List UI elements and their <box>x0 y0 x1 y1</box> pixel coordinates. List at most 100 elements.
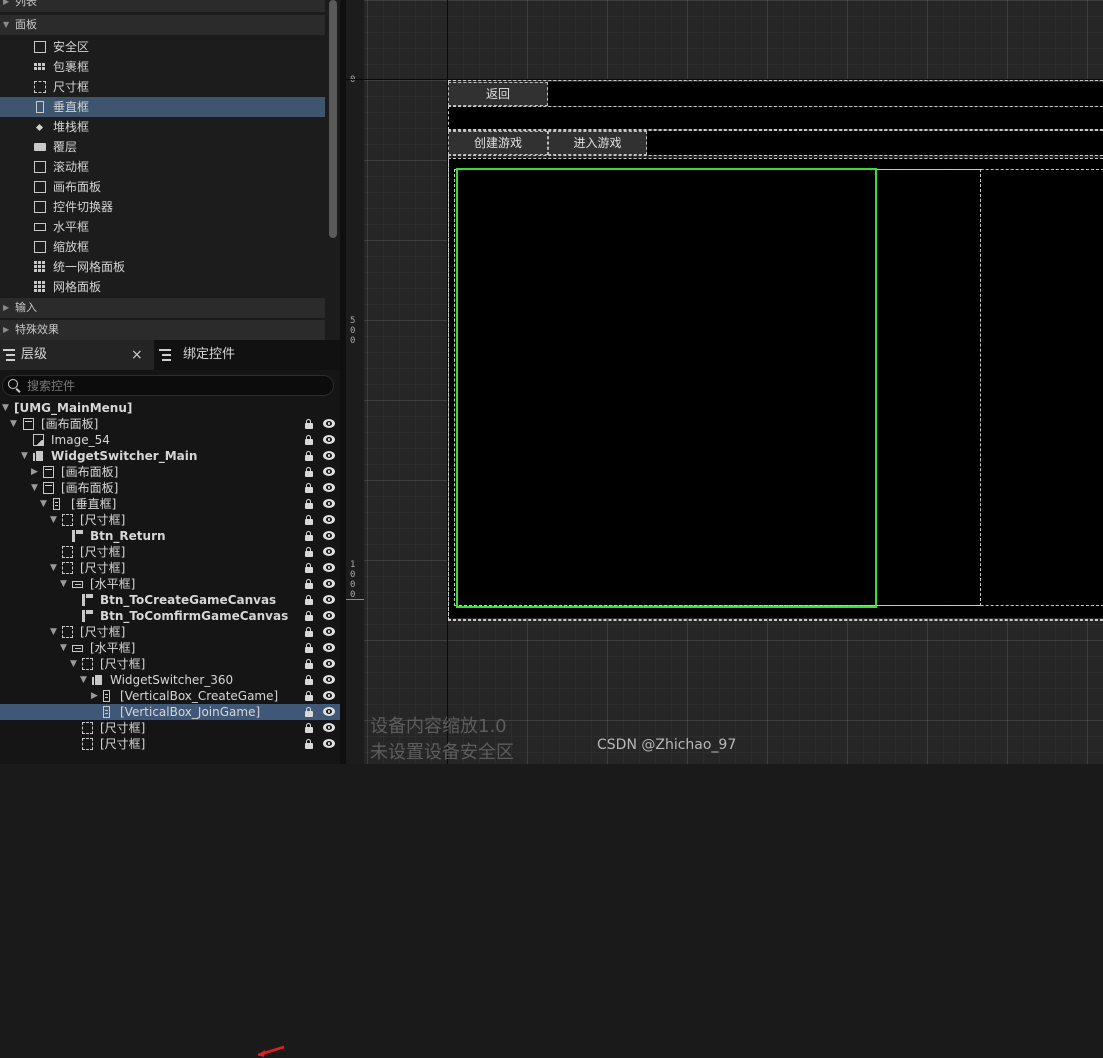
spacer-size-box-outline[interactable] <box>448 106 1103 130</box>
eye-icon[interactable] <box>323 659 335 668</box>
expanded-arrow-icon[interactable]: ▼ <box>21 448 28 464</box>
lock-icon[interactable] <box>305 419 313 429</box>
eye-icon[interactable] <box>323 467 335 476</box>
expanded-arrow-icon[interactable]: ▼ <box>31 480 38 496</box>
lock-icon[interactable] <box>305 467 313 477</box>
tree-node[interactable]: ▼ [垂直框] <box>0 496 340 512</box>
palette-item-uniform-grid[interactable]: 统一网格面板 <box>0 257 325 277</box>
eye-icon[interactable] <box>323 483 335 492</box>
tree-node[interactable]: Image_54 <box>0 432 340 448</box>
tree-node[interactable]: ▼ [画布面板] <box>0 480 340 496</box>
tree-node[interactable]: [尺寸框] <box>0 544 340 560</box>
tab-bind-widgets[interactable]: 绑定控件 <box>156 340 340 370</box>
eye-icon[interactable] <box>323 739 335 748</box>
palette-category-list[interactable]: ▶ 列表 <box>0 0 325 12</box>
collapsed-arrow-icon[interactable]: ▶ <box>31 464 38 480</box>
lock-icon[interactable] <box>305 547 313 557</box>
palette-item-scroll-box[interactable]: 滚动框 <box>0 157 325 177</box>
tree-node[interactable]: Btn_ToCreateGameCanvas <box>0 592 340 608</box>
widget-search-box[interactable] <box>2 375 334 396</box>
palette-item-canvas-panel[interactable]: 画布面板 <box>0 177 325 197</box>
collapsed-arrow-icon[interactable]: ▶ <box>91 688 98 704</box>
palette-item-stack-box[interactable]: 堆栈框 <box>0 117 325 137</box>
eye-icon[interactable] <box>323 579 335 588</box>
lock-icon[interactable] <box>305 499 313 509</box>
join-game-button[interactable]: 进入游戏 <box>548 131 647 155</box>
eye-icon[interactable] <box>323 451 335 460</box>
tree-node[interactable]: ▼ [水平框] <box>0 576 340 592</box>
selected-widget-highlight[interactable] <box>456 168 877 608</box>
widget-search-input[interactable] <box>27 377 317 394</box>
tree-node[interactable]: [VerticalBox_JoinGame] <box>0 704 340 720</box>
tree-node[interactable]: ▶ [画布面板] <box>0 464 340 480</box>
expanded-arrow-icon[interactable]: ▼ <box>70 656 77 672</box>
expanded-arrow-icon[interactable]: ▼ <box>60 640 67 656</box>
lock-icon[interactable] <box>305 483 313 493</box>
tree-node[interactable]: [尺寸框] <box>0 720 340 736</box>
expanded-arrow-icon[interactable]: ▼ <box>60 576 67 592</box>
eye-icon[interactable] <box>323 643 335 652</box>
expanded-arrow-icon[interactable]: ▼ <box>50 512 57 528</box>
palette-item-safe-zone[interactable]: 安全区 <box>0 37 325 57</box>
lock-icon[interactable] <box>305 611 313 621</box>
lock-icon[interactable] <box>305 579 313 589</box>
tree-node[interactable]: ▼ [尺寸框] <box>0 512 340 528</box>
palette-item-wrap-box[interactable]: 包裹框 <box>0 57 325 77</box>
lock-icon[interactable] <box>305 691 313 701</box>
palette-item-scale-box[interactable]: 缩放框 <box>0 237 325 257</box>
expanded-arrow-icon[interactable]: ▼ <box>10 416 17 432</box>
eye-icon[interactable] <box>323 691 335 700</box>
eye-icon[interactable] <box>323 675 335 684</box>
lock-icon[interactable] <box>305 563 313 573</box>
tree-node[interactable]: ▼ [水平框] <box>0 640 340 656</box>
tree-node[interactable]: Btn_ToComfirmGameCanvas <box>0 608 340 624</box>
tree-node[interactable]: ▼ WidgetSwitcher_360 <box>0 672 340 688</box>
create-game-button[interactable]: 创建游戏 <box>448 131 548 155</box>
tree-node[interactable]: ▶ [VerticalBox_CreateGame] <box>0 688 340 704</box>
tree-node[interactable]: ▼ WidgetSwitcher_Main <box>0 448 340 464</box>
lock-icon[interactable] <box>305 515 313 525</box>
expanded-arrow-icon[interactable]: ▼ <box>80 672 87 688</box>
close-icon[interactable]: × <box>131 340 143 370</box>
eye-icon[interactable] <box>323 419 335 428</box>
eye-icon[interactable] <box>323 435 335 444</box>
eye-icon[interactable] <box>323 723 335 732</box>
expanded-arrow-icon[interactable]: ▼ <box>2 400 9 416</box>
tree-node[interactable]: ▼ [尺寸框] <box>0 656 340 672</box>
lock-icon[interactable] <box>305 643 313 653</box>
eye-icon[interactable] <box>323 515 335 524</box>
eye-icon[interactable] <box>323 499 335 508</box>
eye-icon[interactable] <box>323 707 335 716</box>
eye-icon[interactable] <box>323 531 335 540</box>
palette-item-overlay[interactable]: 覆层 <box>0 137 325 157</box>
expanded-arrow-icon[interactable]: ▼ <box>50 560 57 576</box>
eye-icon[interactable] <box>323 611 335 620</box>
tab-hierarchy[interactable]: 层级 × <box>0 340 154 370</box>
expanded-arrow-icon[interactable]: ▼ <box>50 624 57 640</box>
palette-item-vertical-box[interactable]: 垂直框 <box>0 97 325 117</box>
tree-node[interactable]: ▼ [尺寸框] <box>0 624 340 640</box>
palette-category-special-effects[interactable]: ▶ 特殊效果 <box>0 320 325 340</box>
tree-node[interactable]: ▼ [UMG_MainMenu] <box>0 400 340 416</box>
eye-icon[interactable] <box>323 595 335 604</box>
palette-category-panel[interactable]: ▼ 面板 <box>0 15 325 35</box>
tree-node[interactable]: ▼ [尺寸框] <box>0 560 340 576</box>
palette-item-size-box[interactable]: 尺寸框 <box>0 77 325 97</box>
eye-icon[interactable] <box>323 563 335 572</box>
return-button[interactable]: 返回 <box>448 82 548 106</box>
lock-icon[interactable] <box>305 707 313 717</box>
lock-icon[interactable] <box>305 627 313 637</box>
lock-icon[interactable] <box>305 595 313 605</box>
lock-icon[interactable] <box>305 435 313 445</box>
lock-icon[interactable] <box>305 451 313 461</box>
lock-icon[interactable] <box>305 739 313 749</box>
palette-item-grid-panel[interactable]: 网格面板 <box>0 277 325 297</box>
palette-scrollbar[interactable] <box>329 0 337 238</box>
tree-node[interactable]: Btn_Return <box>0 528 340 544</box>
lock-icon[interactable] <box>305 723 313 733</box>
eye-icon[interactable] <box>323 627 335 636</box>
lock-icon[interactable] <box>305 675 313 685</box>
palette-category-input[interactable]: ▶ 输入 <box>0 298 325 318</box>
palette-item-horizontal-box[interactable]: 水平框 <box>0 217 325 237</box>
lock-icon[interactable] <box>305 659 313 669</box>
